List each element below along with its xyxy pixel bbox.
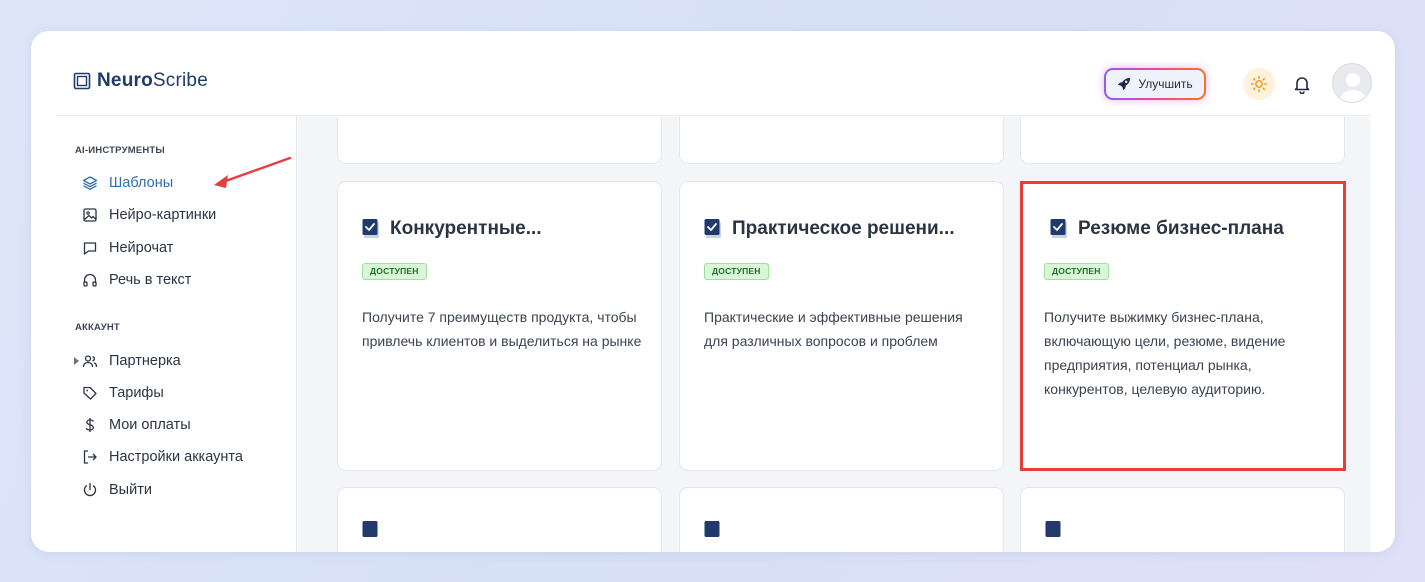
card-title: Резюме бизнес-плана [1078,218,1284,239]
sidebar-item-tariffs[interactable]: Тарифы [82,385,164,401]
app-window: NeuroScribe Улучшить AI-ИНСТРУМЕНТЫ Шабл… [31,31,1395,552]
checkbox-document-icon [704,521,720,537]
upgrade-label: Улучшить [1138,77,1193,91]
template-card[interactable] [337,487,662,552]
card-title: Конкурентные... [390,218,542,239]
templates-grid: Конкурентные... ДОСТУПЕН Получите 7 преи… [298,117,1370,552]
status-badge: ДОСТУПЕН [704,263,769,280]
template-card[interactable] [679,487,1004,552]
card-title: Практическое решени... [732,218,955,239]
sidebar-item-label: Нейро-картинки [109,207,217,223]
chat-icon [83,242,97,255]
headphones-icon [83,273,97,287]
logo[interactable]: NeuroScribe [73,70,208,92]
template-card-practical-solution[interactable]: Практическое решени... ДОСТУПЕН Практиче… [679,181,1004,471]
document-icon [73,72,91,90]
bell-icon[interactable] [1292,74,1312,94]
sidebar-item-templates[interactable]: Шаблоны [82,175,173,191]
section-title-account: АККАУНТ [75,322,120,333]
sun-icon [1250,75,1268,93]
template-card[interactable] [1020,487,1345,552]
sidebar-item-label: Нейрочат [109,240,174,256]
sidebar-item-label: Речь в текст [109,272,192,288]
status-badge: ДОСТУПЕН [1044,263,1109,280]
sidebar-item-neuro-images[interactable]: Нейро-картинки [82,207,216,223]
rocket-icon [1118,77,1131,91]
template-card[interactable] [337,117,662,164]
template-card[interactable] [679,117,1004,164]
checkbox-document-icon [362,521,378,537]
user-silhouette-icon [1339,73,1367,102]
caret-right-icon[interactable] [74,357,79,365]
sidebar-item-neurochat[interactable]: Нейрочат [82,240,173,256]
section-title-ai: AI-ИНСТРУМЕНТЫ [75,145,165,156]
sidebar: AI-ИНСТРУМЕНТЫ Шаблоны Нейро-картинки Не… [56,117,297,552]
checkbox-document-icon [362,219,379,238]
avatar[interactable] [1332,63,1372,103]
red-arrow-annotation-icon [214,156,292,188]
upgrade-button[interactable]: Улучшить [1104,68,1206,100]
sidebar-item-speech-to-text[interactable]: Речь в текст [82,272,191,288]
sidebar-item-label: Выйти [109,482,152,498]
template-card-competitive[interactable]: Конкурентные... ДОСТУПЕН Получите 7 преи… [337,181,662,471]
card-description: Практические и эффективные решения для р… [704,309,963,349]
sidebar-item-label: Шаблоны [109,175,174,191]
logo-text: NeuroScribe [97,70,208,91]
sidebar-item-partners[interactable]: Партнерка [74,353,181,369]
image-icon [83,208,97,222]
template-card-business-plan-summary[interactable]: Резюме бизнес-плана ДОСТУПЕН Получите вы… [1020,181,1346,471]
sidebar-item-account-settings[interactable]: Настройки аккаунта [82,449,243,465]
template-card[interactable] [1020,117,1345,164]
sidebar-item-label: Настройки аккаунта [109,449,243,465]
sidebar-item-label: Мои оплаты [109,417,191,433]
checkbox-document-icon [1050,219,1067,238]
layers-icon [82,176,98,190]
logout-arrow-icon [83,450,97,464]
card-description: Получите выжимку бизнес-плана, включающу… [1044,309,1286,397]
dollar-icon [85,418,95,432]
sidebar-item-logout[interactable]: Выйти [82,482,152,498]
users-icon [82,355,98,368]
top-header: NeuroScribe Улучшить [56,31,1372,116]
checkbox-document-icon [704,219,721,238]
sidebar-item-my-payments[interactable]: Мои оплаты [82,417,191,433]
status-badge: ДОСТУПЕН [362,263,427,280]
power-icon [83,482,97,497]
tag-icon [83,386,97,400]
card-description: Получите 7 преимуществ продукта, чтобы п… [362,309,642,349]
checkbox-document-icon [1045,521,1061,537]
sidebar-item-label: Партнерка [109,353,181,369]
sidebar-item-label: Тарифы [109,385,164,401]
theme-toggle-button[interactable] [1243,68,1275,100]
